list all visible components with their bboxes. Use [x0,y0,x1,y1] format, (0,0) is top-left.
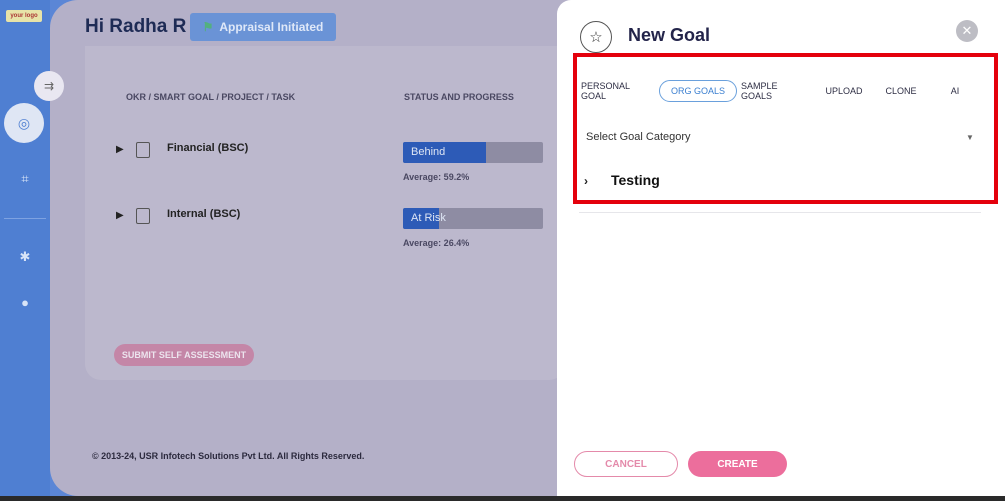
progress-bar: Behind [403,142,543,163]
hierarchy-icon[interactable]: ⌗ [0,166,50,192]
taskbar [0,496,1005,501]
column-header-goal: OKR / SMART GOAL / PROJECT / TASK [126,92,296,102]
copyright-footer: © 2013-24, USR Infotech Solutions Pvt Lt… [92,451,365,461]
flag-icon: ⚑ [202,20,214,34]
goals-icon[interactable]: ◎ [4,103,44,143]
progress-bar-fill: Behind [403,142,486,163]
average-text: Average: 26.4% [403,238,470,248]
appraisal-status-label: Appraisal Initiated [219,20,324,34]
submit-self-assessment-button[interactable]: SUBMIT SELF ASSESSMENT [114,344,254,366]
new-goal-drawer: ☆ New Goal ✕ PERSONAL GOAL ORG GOALS SAM… [557,0,1005,496]
progress-bar-fill: At Risk [403,208,446,229]
close-icon[interactable]: ✕ [956,20,978,42]
goal-row-label[interactable]: Financial (BSC) [167,142,248,154]
drawer-title: New Goal [628,25,711,45]
star-badge-icon: ☆ [580,21,612,53]
column-header-status: STATUS AND PROGRESS [404,92,514,102]
page-greeting: Hi Radha R [85,16,187,37]
expand-row-icon[interactable]: ▶ [116,210,124,221]
divider [579,212,981,213]
profile-icon[interactable]: ● [0,289,50,315]
highlight-box [573,53,998,204]
logo: your logo [6,10,42,22]
goal-row-label[interactable]: Internal (BSC) [167,208,240,220]
create-button[interactable]: CREATE [688,451,787,477]
settings-icon[interactable]: ✱ [0,244,50,270]
appraisal-status-button[interactable]: ⚑ Appraisal Initiated [190,13,336,41]
rail-divider [4,218,46,219]
goal-clipboard-icon [136,208,150,224]
average-text: Average: 59.2% [403,172,470,182]
expand-row-icon[interactable]: ▶ [116,144,124,155]
goal-clipboard-icon [136,142,150,158]
collapse-sidebar-icon[interactable]: ⇉ [34,71,64,101]
progress-bar: At Risk [403,208,543,229]
cancel-button[interactable]: CANCEL [574,451,678,477]
